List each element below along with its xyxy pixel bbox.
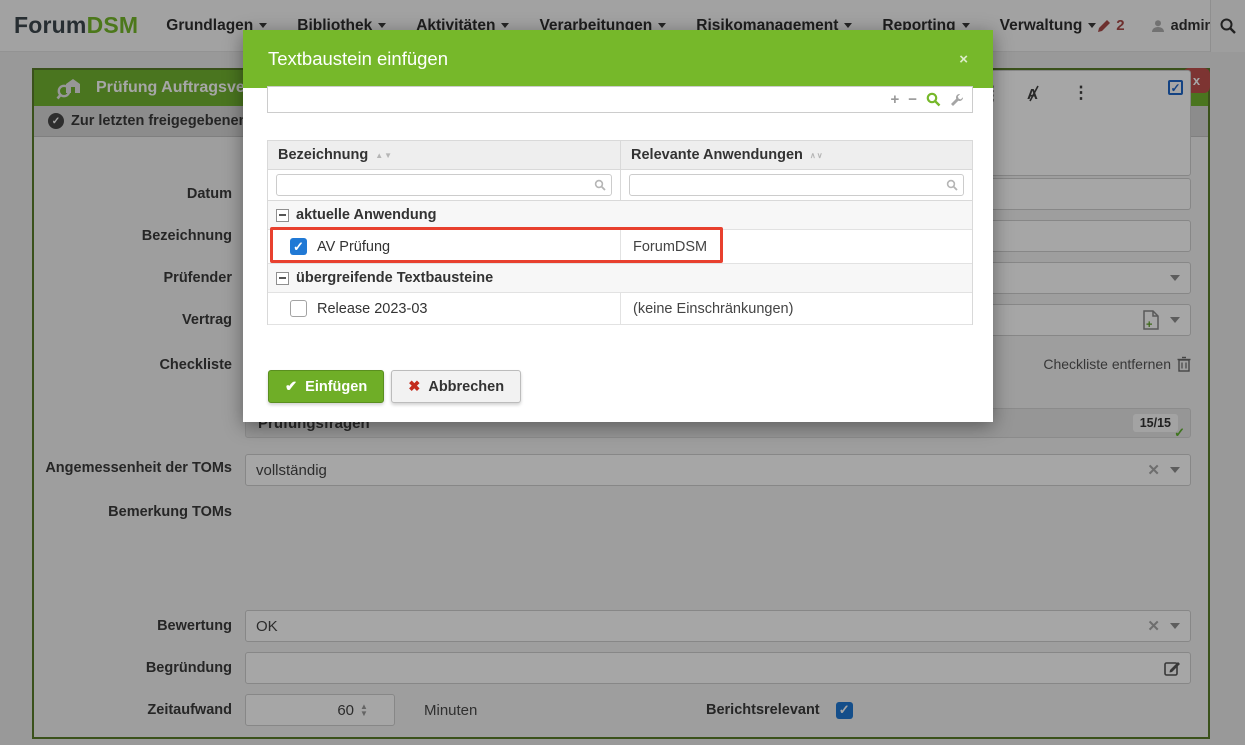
filter-anwendungen-input[interactable]	[630, 178, 963, 193]
einfuegen-button[interactable]: ✔ Einfügen	[268, 370, 384, 403]
add-icon[interactable]: +	[890, 91, 899, 108]
dialog-title: Textbaustein einfügen	[268, 48, 448, 70]
search-icon	[946, 179, 958, 191]
remove-icon[interactable]: −	[908, 91, 917, 108]
collapse-icon[interactable]	[276, 209, 289, 222]
table-row-release[interactable]: Release 2023-03 (keine Einschränkungen)	[268, 293, 972, 325]
textbaustein-dialog: Textbaustein einfügen × + − Bezeichnung▲…	[243, 30, 993, 422]
sort-icons: ▲▼	[375, 151, 393, 160]
row-checkbox-unchecked[interactable]	[290, 300, 307, 317]
sort-icons: ∧∨	[810, 151, 824, 160]
filter-bezeichnung-input[interactable]	[277, 178, 611, 193]
collapse-icon[interactable]	[276, 272, 289, 285]
grid-toolbar: + −	[267, 86, 973, 113]
search-icon[interactable]	[926, 92, 941, 107]
wrench-icon[interactable]	[950, 93, 964, 107]
group-uebergreifende[interactable]: übergreifende Textbausteine	[268, 264, 972, 293]
abbrechen-button[interactable]: ✖ Abbrechen	[391, 370, 521, 403]
column-anwendungen[interactable]: Relevante Anwendungen∧∨	[620, 141, 972, 169]
table-header: Bezeichnung▲▼ Relevante Anwendungen∧∨	[268, 141, 972, 170]
search-icon	[594, 179, 606, 191]
close-dialog-icon[interactable]: ×	[959, 51, 968, 68]
textbaustein-table: Bezeichnung▲▼ Relevante Anwendungen∧∨ ak…	[267, 140, 973, 325]
table-row-av-pruefung[interactable]: ✓ AV Prüfung ForumDSM	[268, 230, 972, 264]
dialog-buttons: ✔ Einfügen ✖ Abbrechen	[268, 370, 521, 403]
filter-row	[268, 170, 972, 201]
x-icon: ✖	[408, 379, 420, 395]
group-aktuelle-anwendung[interactable]: aktuelle Anwendung	[268, 201, 972, 230]
dialog-header: Textbaustein einfügen ×	[243, 30, 993, 88]
row-checkbox-checked[interactable]: ✓	[290, 238, 307, 255]
column-bezeichnung[interactable]: Bezeichnung▲▼	[268, 141, 620, 169]
check-icon: ✔	[285, 379, 297, 395]
